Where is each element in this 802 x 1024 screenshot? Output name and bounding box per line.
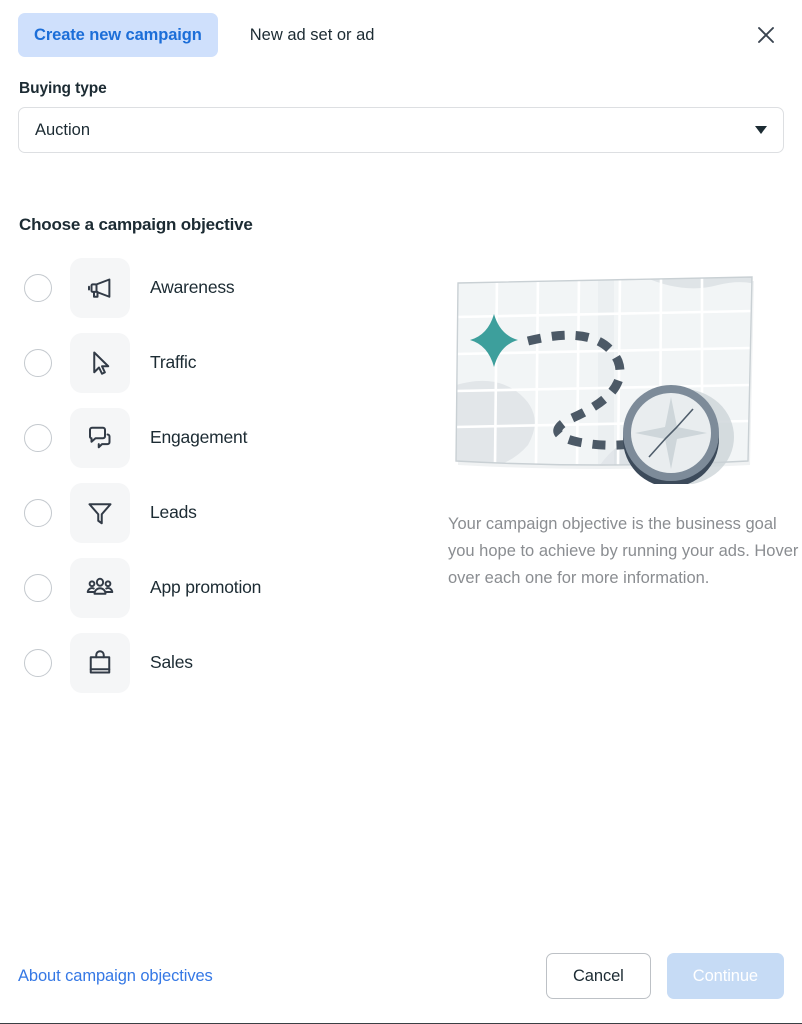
chevron-down-icon: [755, 126, 767, 134]
close-button[interactable]: [748, 17, 784, 53]
buying-type-label: Buying type: [19, 80, 107, 97]
cursor-arrow-icon: [93, 351, 110, 375]
tab-new-ad-set-or-ad[interactable]: New ad set or ad: [234, 13, 391, 58]
dialog-header: Create new campaign New ad set or ad: [0, 0, 802, 70]
dialog-body: Buying type Auction Choose a campaign ob…: [0, 70, 802, 929]
objective-option-traffic[interactable]: Traffic: [18, 332, 418, 393]
objective-info-panel: Your campaign objective is the business …: [418, 257, 802, 693]
objectives-and-info: Awareness Traffic Engagement Leads App p…: [18, 257, 798, 693]
dialog-footer: About campaign objectives Cancel Continu…: [0, 929, 802, 1023]
objective-option-sales[interactable]: Sales: [18, 632, 418, 693]
objective-label: Sales: [150, 652, 193, 672]
funnel-icon: [88, 502, 112, 524]
objective-icon-tile: [70, 332, 130, 393]
objective-option-app-promotion[interactable]: App promotion: [18, 557, 418, 618]
map-compass-illustration: [455, 276, 754, 487]
objective-list: Awareness Traffic Engagement Leads App p…: [18, 257, 418, 693]
continue-button[interactable]: Continue: [666, 953, 784, 999]
objective-icon-tile: [70, 482, 130, 543]
objective-label: Traffic: [150, 352, 197, 372]
shopping-bag-icon: [89, 649, 111, 673]
close-icon: [758, 27, 774, 43]
radio-traffic[interactable]: [24, 348, 52, 377]
objective-label: Leads: [150, 502, 197, 522]
radio-app-promotion[interactable]: [24, 573, 52, 602]
objective-option-awareness[interactable]: Awareness: [18, 257, 418, 318]
buying-type-value: Auction: [35, 120, 91, 139]
objective-option-leads[interactable]: Leads: [18, 482, 418, 543]
buying-type-select[interactable]: Auction: [18, 107, 784, 153]
radio-sales[interactable]: [24, 648, 52, 677]
tab-create-new-campaign[interactable]: Create new campaign: [18, 12, 218, 58]
objective-label: App promotion: [150, 577, 262, 597]
objectives-section-title: Choose a campaign objective: [19, 215, 253, 234]
objective-label: Awareness: [150, 277, 235, 297]
objective-icon-tile: [70, 632, 130, 693]
radio-engagement[interactable]: [24, 423, 52, 452]
speech-bubbles-icon: [89, 426, 111, 448]
objective-label: Engagement: [150, 427, 248, 447]
objective-icon-tile: [70, 407, 130, 468]
cancel-button[interactable]: Cancel: [545, 953, 651, 999]
objective-icon-tile: [70, 257, 130, 318]
create-campaign-dialog: Create new campaign New ad set or ad Buy…: [0, 0, 802, 1024]
people-group-icon: [86, 577, 114, 595]
megaphone-icon: [88, 278, 111, 298]
objective-option-engagement[interactable]: Engagement: [18, 407, 418, 468]
objective-description: Your campaign objective is the business …: [448, 515, 799, 587]
objective-icon-tile: [70, 557, 130, 618]
about-campaign-objectives-link[interactable]: About campaign objectives: [18, 967, 213, 986]
radio-awareness[interactable]: [24, 273, 52, 302]
radio-leads[interactable]: [24, 498, 52, 527]
